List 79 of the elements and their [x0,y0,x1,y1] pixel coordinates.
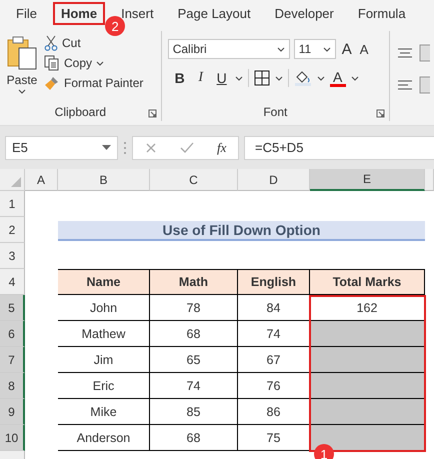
caret-icon[interactable] [316,76,325,80]
table-cell: 65 [150,347,238,373]
table-cell: 76 [238,373,310,399]
caret-icon[interactable] [322,46,331,52]
table-cell: John [58,295,150,321]
caret-icon[interactable] [234,76,243,80]
column-header[interactable]: D [238,169,310,191]
dialog-launcher-icon[interactable] [148,109,157,118]
row-header[interactable]: 8 [0,373,25,399]
grow-font-button[interactable]: A [340,40,354,58]
group-label: Font [263,105,288,121]
copy-button[interactable]: Copy [44,55,144,71]
group-label: Clipboard [54,105,106,121]
table-cell: Jim [58,347,150,373]
caret-icon[interactable] [276,46,285,52]
caret-icon [18,89,26,94]
table-cell: 85 [150,399,238,425]
row-header[interactable]: 3 [0,243,25,269]
borders-icon[interactable] [254,70,270,86]
check-icon[interactable] [180,142,194,154]
caret-icon [96,60,104,66]
row-header[interactable]: 2 [0,217,25,243]
table-header: Total Marks [310,269,425,295]
cut-button[interactable]: Cut [44,35,144,51]
bold-button[interactable]: B [172,70,188,86]
table-header: English [238,269,310,295]
paint-bucket-icon[interactable] [294,70,312,86]
table-cell: 86 [238,399,310,425]
table-cell: 74 [238,321,310,347]
italic-button[interactable]: I [192,70,209,86]
name-box[interactable]: E5 [5,136,118,160]
row-header[interactable]: 6 [0,321,25,347]
clipboard-icon [6,35,38,71]
shrink-font-button[interactable]: A [358,42,370,56]
table-cell: 74 [150,373,238,399]
font-size-field[interactable]: 11 [294,39,336,59]
row-header[interactable]: 5 [0,295,25,321]
paste-button[interactable]: Paste [6,31,38,105]
font-color-button[interactable]: A [330,70,346,86]
column-header[interactable]: A [25,169,58,191]
scissors-icon [44,35,58,51]
caret-icon[interactable] [350,76,359,80]
grip-icon [123,140,127,154]
ribbon-tab[interactable]: Page Layout [170,2,259,25]
title-banner: Use of Fill Down Option [58,221,425,241]
table-cell: 75 [238,425,310,451]
column-header[interactable]: C [150,169,238,191]
insert-function-button[interactable]: fx [217,140,226,156]
table-cell: 67 [238,347,310,373]
table-cell: Mike [58,399,150,425]
dialog-launcher-icon[interactable] [376,109,385,118]
row-header[interactable]: 10 [0,425,25,451]
step-badge: 2 [105,16,126,36]
table-cell: 84 [238,295,310,321]
row-header[interactable]: 4 [0,269,25,295]
format-painter-button[interactable]: Format Painter [44,75,144,91]
table-header: Name [58,269,150,295]
copy-icon [44,55,60,71]
row-header[interactable]: 1 [0,191,25,217]
row-header[interactable]: 7 [0,347,25,373]
table-cell: Mathew [58,321,150,347]
formula-field[interactable]: =C5+D5 [244,136,434,160]
column-header[interactable]: E [310,169,425,191]
font-name-field[interactable]: Calibri [168,39,290,59]
ribbon-tab[interactable]: File [8,2,45,25]
row-header[interactable]: 9 [0,399,25,425]
table-header: Math [150,269,238,295]
table-cell: 78 [150,295,238,321]
table-cell: Anderson [58,425,150,451]
column-header[interactable]: B [58,169,150,191]
table-cell: Eric [58,373,150,399]
underline-button[interactable]: U [214,70,230,86]
ribbon-tab[interactable]: Formula [350,2,414,25]
table-cell: 68 [150,321,238,347]
paintbrush-icon [44,75,60,91]
ribbon-tab[interactable]: Home [52,2,106,25]
caret-icon[interactable] [274,76,283,80]
table-cell: 68 [150,425,238,451]
ribbon-tab[interactable]: Developer [266,2,342,25]
